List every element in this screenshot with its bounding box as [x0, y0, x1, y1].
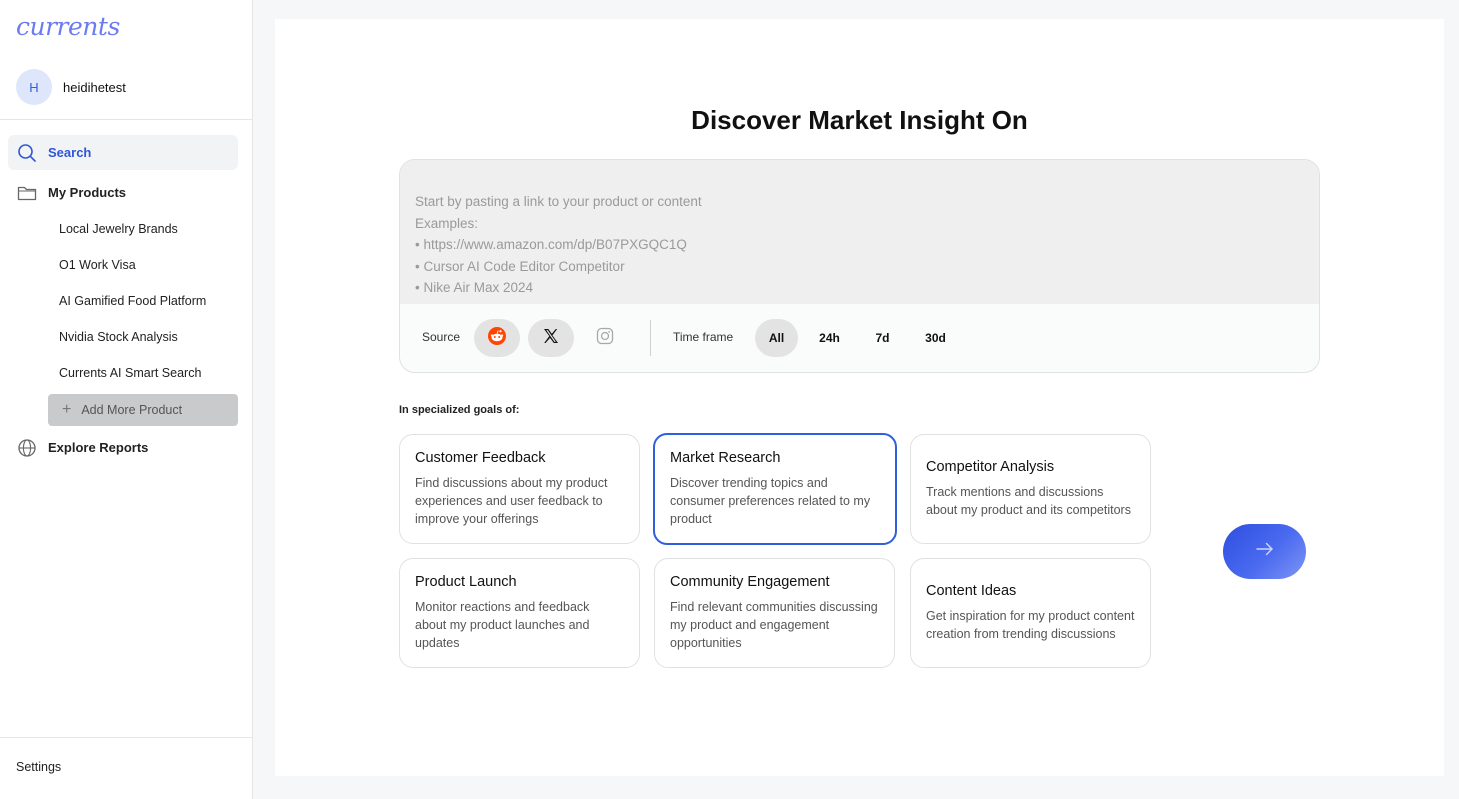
username: heidihetest	[63, 79, 126, 95]
goal-card-market-research[interactable]: Market Research Discover trending topics…	[653, 433, 897, 545]
timeframe-label: Time frame	[673, 330, 734, 344]
sidebar-item-label: Explore Reports	[48, 440, 149, 455]
source-label: Source	[422, 330, 461, 344]
sidebar-item-label: My Products	[48, 185, 127, 200]
instagram-icon	[596, 327, 614, 350]
goal-title: Community Engagement	[670, 574, 830, 590]
search-input[interactable]: Start by pasting a link to your product …	[400, 160, 1319, 304]
globe-icon	[16, 437, 38, 459]
search-card: Start by pasting a link to your product …	[399, 159, 1320, 373]
placeholder-line: • Nike Air Max 2024	[415, 280, 534, 295]
sidebar-item-my-products[interactable]: My Products	[8, 175, 238, 210]
add-more-product-button[interactable]: + Add More Product	[48, 394, 238, 426]
search-icon	[16, 142, 38, 164]
goal-description: Track mentions and discussions about my …	[926, 485, 1131, 517]
goal-title: Product Launch	[415, 574, 517, 590]
product-item[interactable]: Local Jewelry Brands	[59, 222, 178, 236]
timeframe-7d-button[interactable]: 7d	[861, 319, 904, 357]
goal-card-competitor-analysis[interactable]: Competitor Analysis Track mentions and d…	[910, 434, 1151, 544]
settings-link[interactable]: Settings	[16, 760, 61, 774]
goal-description: Monitor reactions and feedback about my …	[415, 600, 590, 650]
sidebar-item-search[interactable]: Search	[8, 135, 238, 170]
main-panel: Discover Market Insight On Start by past…	[275, 19, 1444, 776]
sidebar-divider	[0, 119, 252, 120]
placeholder-line: • Cursor AI Code Editor Competitor	[415, 258, 625, 274]
timeframe-all-button[interactable]: All	[755, 319, 798, 357]
sidebar: currents H heidihetest Search My Product…	[0, 0, 253, 799]
goal-title: Competitor Analysis	[926, 459, 1055, 475]
placeholder-line: • https://www.amazon.com/dp/B07PXGQC1Q	[415, 237, 687, 252]
goal-card-community-engagement[interactable]: Community Engagement Find relevant commu…	[654, 558, 895, 668]
goals-label: In specialized goals of:	[399, 404, 520, 416]
product-item[interactable]: O1 Work Visa	[59, 258, 136, 272]
source-x-button[interactable]	[528, 319, 574, 357]
goal-description: Find discussions about my product experi…	[415, 476, 608, 526]
goal-description: Get inspiration for my product content c…	[926, 609, 1135, 641]
product-item[interactable]: Currents AI Smart Search	[59, 366, 201, 380]
avatar: H	[16, 69, 52, 105]
search-controls: Source Time frame All 24h 7d 30d	[400, 304, 1319, 372]
timeframe-24h-button[interactable]: 24h	[808, 319, 851, 357]
controls-divider	[650, 320, 651, 356]
timeframe-30d-button[interactable]: 30d	[914, 319, 957, 357]
x-icon	[542, 327, 560, 350]
folder-icon	[16, 182, 38, 204]
goal-description: Discover trending topics and consumer pr…	[670, 476, 871, 526]
goal-title: Content Ideas	[926, 583, 1017, 599]
placeholder-line: Start by pasting a link to your product …	[415, 194, 702, 209]
app-logo[interactable]: currents	[16, 12, 120, 41]
goal-description: Find relevant communities discussing my …	[670, 600, 878, 650]
sidebar-item-label: Search	[48, 145, 92, 160]
product-item[interactable]: Nvidia Stock Analysis	[59, 330, 178, 344]
placeholder-line: Examples:	[415, 215, 479, 231]
reddit-icon	[487, 326, 507, 351]
goal-card-customer-feedback[interactable]: Customer Feedback Find discussions about…	[399, 434, 640, 544]
source-reddit-button[interactable]	[474, 319, 520, 357]
product-item[interactable]: AI Gamified Food Platform	[59, 294, 206, 308]
add-more-product-label: Add More Product	[81, 403, 183, 417]
sidebar-bottom-divider	[0, 737, 252, 738]
page-title: Discover Market Insight On	[691, 105, 1028, 135]
plus-icon: +	[62, 401, 72, 418]
goal-card-content-ideas[interactable]: Content Ideas Get inspiration for my pro…	[910, 558, 1151, 668]
goal-title: Market Research	[670, 450, 781, 466]
submit-button[interactable]	[1223, 524, 1306, 579]
user-profile[interactable]: H heidihetest	[16, 69, 126, 105]
goal-title: Customer Feedback	[415, 450, 546, 466]
source-instagram-button[interactable]	[582, 319, 628, 357]
sidebar-item-explore-reports[interactable]: Explore Reports	[8, 430, 238, 465]
goal-card-product-launch[interactable]: Product Launch Monitor reactions and fee…	[399, 558, 640, 668]
arrow-right-icon	[1255, 542, 1274, 561]
